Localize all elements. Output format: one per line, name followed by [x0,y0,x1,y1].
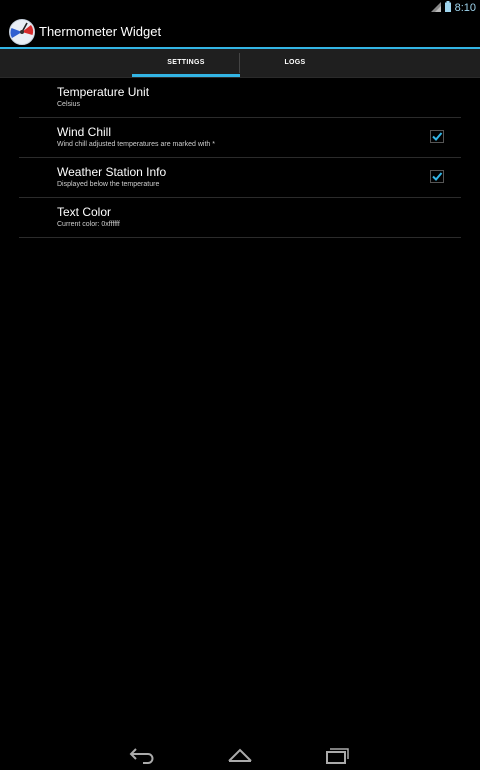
tab-selected-indicator [132,74,240,77]
pref-title: Temperature Unit [57,85,150,99]
pref-summary: Current color: 0xffffff [57,221,120,228]
recents-icon[interactable] [321,745,353,765]
navigation-bar [0,741,480,769]
battery-icon [444,0,451,17]
tab-separator [239,53,240,73]
pref-temperature-unit[interactable]: Temperature Unit Celsius [19,78,461,118]
app-title: Thermometer Widget [39,24,162,39]
pref-summary: Wind chill adjusted temperatures are mar… [57,141,215,148]
pref-title: Text Color [57,205,112,219]
pref-weather-station-info[interactable]: Weather Station Info Displayed below the… [19,158,461,198]
signal-icon [430,0,441,17]
pref-summary: Celsius [57,101,80,108]
preference-list: Temperature Unit Celsius Wind Chill Wind… [19,78,461,238]
home-icon[interactable] [224,745,256,765]
tab-logs[interactable]: LOGS [241,49,349,77]
pref-wind-chill[interactable]: Wind Chill Wind chill adjusted temperatu… [19,118,461,158]
tab-bar: SETTINGS LOGS [0,49,480,78]
wind-chill-checkbox[interactable] [430,130,444,143]
pref-text-color[interactable]: Text Color Current color: 0xffffff [19,198,461,238]
pref-title: Weather Station Info [57,165,167,179]
pref-title: Wind Chill [57,125,112,139]
status-icons: 8:10 [430,0,476,17]
back-icon[interactable] [127,745,159,765]
pref-summary: Displayed below the temperature [57,181,160,188]
action-bar: Thermometer Widget [0,16,480,47]
weather-station-checkbox[interactable] [430,170,444,183]
status-bar: 8:10 [0,0,480,16]
thermometer-gauge-icon[interactable] [8,18,36,46]
status-time: 8:10 [454,2,476,14]
tab-settings[interactable]: SETTINGS [132,49,240,77]
